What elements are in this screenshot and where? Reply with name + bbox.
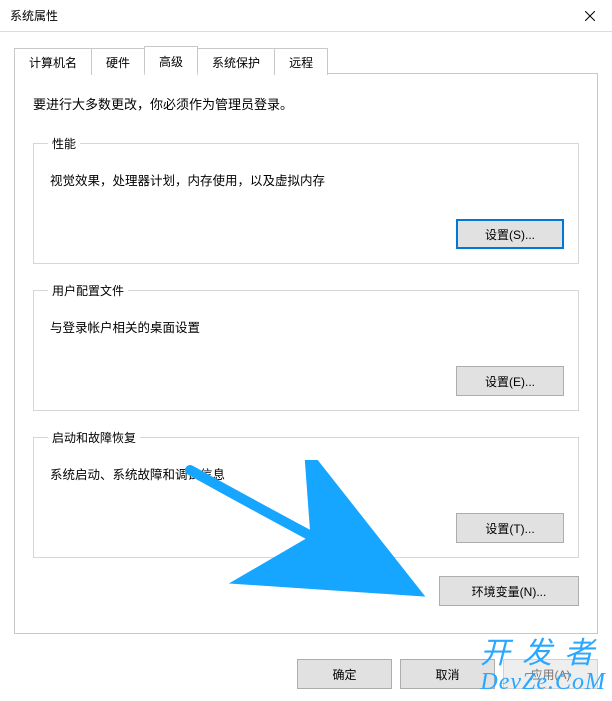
tab-advanced[interactable]: 高级 (144, 46, 198, 74)
tab-panel-advanced: 要进行大多数更改，你必须作为管理员登录。 性能 视觉效果，处理器计划，内存使用，… (14, 74, 598, 634)
apply-button[interactable]: 应用(A) (503, 659, 598, 689)
startup-recovery-settings-button[interactable]: 设置(T)... (456, 513, 564, 543)
close-icon (585, 11, 595, 21)
tab-system-protection[interactable]: 系统保护 (197, 48, 275, 75)
env-vars-row: 环境变量(N)... (33, 576, 579, 606)
window-close-button[interactable] (567, 1, 612, 31)
group-startup-recovery: 启动和故障恢复 系统启动、系统故障和调试信息 设置(T)... (33, 429, 579, 558)
admin-intro-text: 要进行大多数更改，你必须作为管理员登录。 (33, 94, 579, 113)
performance-desc: 视觉效果，处理器计划，内存使用，以及虚拟内存 (50, 170, 564, 189)
tab-strip: 计算机名 硬件 高级 系统保护 远程 (14, 46, 598, 74)
dialog-button-row: 确定 取消 应用(A) (297, 659, 598, 689)
user-profiles-desc: 与登录帐户相关的桌面设置 (50, 317, 564, 336)
tab-computer-name[interactable]: 计算机名 (14, 48, 92, 75)
user-profiles-settings-button[interactable]: 设置(E)... (456, 366, 564, 396)
group-startup-recovery-legend: 启动和故障恢复 (48, 429, 140, 446)
startup-recovery-desc: 系统启动、系统故障和调试信息 (50, 464, 564, 483)
group-performance: 性能 视觉效果，处理器计划，内存使用，以及虚拟内存 设置(S)... (33, 135, 579, 264)
group-performance-legend: 性能 (48, 135, 80, 152)
dialog-content: 计算机名 硬件 高级 系统保护 远程 要进行大多数更改，你必须作为管理员登录。 … (0, 32, 612, 634)
titlebar: 系统属性 (0, 0, 612, 32)
cancel-button[interactable]: 取消 (400, 659, 495, 689)
environment-variables-button[interactable]: 环境变量(N)... (439, 576, 579, 606)
tab-hardware[interactable]: 硬件 (91, 48, 145, 75)
performance-settings-button[interactable]: 设置(S)... (456, 219, 564, 249)
ok-button[interactable]: 确定 (297, 659, 392, 689)
group-user-profiles-legend: 用户配置文件 (48, 282, 128, 299)
window-title: 系统属性 (10, 7, 58, 24)
group-user-profiles: 用户配置文件 与登录帐户相关的桌面设置 设置(E)... (33, 282, 579, 411)
tab-remote[interactable]: 远程 (274, 48, 328, 75)
